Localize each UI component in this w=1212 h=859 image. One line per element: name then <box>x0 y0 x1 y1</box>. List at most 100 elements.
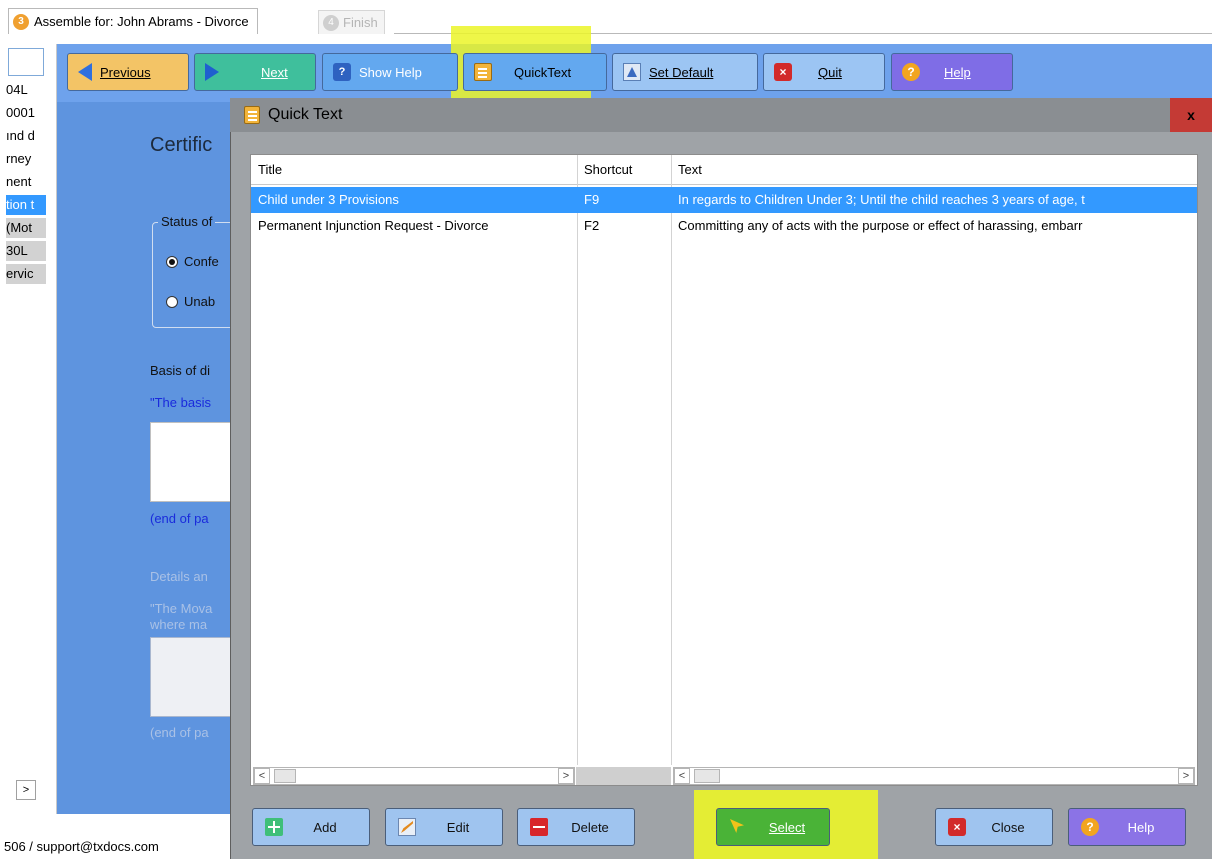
show-help-label: Show Help <box>359 64 422 80</box>
scroll-thumb[interactable] <box>274 769 296 783</box>
tab-strip: 3 Assemble for: John Abrams - Divorce 4 … <box>0 0 1212 34</box>
plus-icon <box>265 818 283 836</box>
scroll-right-icon[interactable]: > <box>1178 768 1194 784</box>
column-divider <box>577 155 578 765</box>
basis-textarea[interactable] <box>150 422 240 502</box>
scroll-right-icon[interactable]: > <box>558 768 574 784</box>
tab-assemble-label: Assemble for: John Abrams - Divorce <box>34 14 249 29</box>
details-label: Details an <box>150 569 208 584</box>
arrow-right-icon <box>205 63 219 81</box>
column-title-header[interactable]: Title <box>251 155 577 185</box>
radio-confer[interactable]: Confe <box>166 254 219 269</box>
radio-empty-icon <box>166 295 178 308</box>
help-icon: ? <box>1081 818 1099 836</box>
quit-icon: × <box>774 63 792 81</box>
radio-confer-label: Confe <box>184 254 219 269</box>
select-label: Select <box>768 819 806 835</box>
end-paragraph-2: (end of pa <box>150 725 209 740</box>
set-default-label: Set Default <box>649 64 714 80</box>
movant-line-1: "The Mova <box>150 601 213 616</box>
set-default-icon <box>623 63 641 81</box>
previous-label: Previous <box>100 64 151 80</box>
quicktext-icon <box>474 63 492 81</box>
set-default-button[interactable]: Set Default <box>612 53 758 91</box>
row-title: Child under 3 Provisions <box>258 192 399 207</box>
close-label: Close <box>991 819 1025 835</box>
radio-selected-icon <box>166 255 178 268</box>
dialog-close-button[interactable]: x <box>1170 98 1212 132</box>
nav-scroll-right-button[interactable]: > <box>16 780 36 800</box>
nav-search-input[interactable] <box>8 48 44 76</box>
quicktext-table: Title Shortcut Text Child under 3 Provis… <box>250 154 1198 786</box>
step-badge-disabled: 4 <box>323 14 339 31</box>
radio-unable[interactable]: Unab <box>166 294 215 309</box>
form-heading: Certific <box>150 134 213 156</box>
nav-item[interactable]: 0001 <box>6 103 35 123</box>
nav-item-selected[interactable]: tion t <box>6 195 46 215</box>
nav-item[interactable]: 30L <box>6 241 46 261</box>
status-group-label: Status of <box>158 214 216 229</box>
tab-finish-label: Finish <box>343 15 378 30</box>
quit-label: Quit <box>818 64 842 80</box>
radio-unable-label: Unab <box>184 294 216 309</box>
scroll-left-icon[interactable]: < <box>254 768 270 784</box>
basis-quote: "The basis <box>150 395 211 410</box>
quicktext-label: QuickText <box>514 64 572 80</box>
tab-assemble[interactable]: 3 Assemble for: John Abrams - Divorce <box>8 8 258 34</box>
next-label: Next <box>261 64 288 80</box>
dialog-title: Quick Text <box>268 106 343 123</box>
scroll-thumb[interactable] <box>694 769 720 783</box>
movant-line-2: where ma <box>150 617 208 632</box>
add-label: Add <box>313 819 337 835</box>
left-nav-panel: 04L 0001 ınd d rney nent tion t (Mot 30L… <box>0 44 57 814</box>
column-divider <box>671 155 672 765</box>
table-header: Title Shortcut Text <box>251 155 1197 185</box>
delete-label: Delete <box>571 819 609 835</box>
status-bar: 506 / support@txdocs.com <box>0 835 230 859</box>
end-paragraph-1: (end of pa <box>150 511 209 526</box>
details-textarea[interactable] <box>150 637 240 717</box>
table-row[interactable]: Child under 3 Provisions F9 In regards t… <box>251 187 1197 213</box>
nav-item[interactable]: rney <box>6 149 31 169</box>
minus-icon <box>530 818 548 836</box>
arrow-left-icon <box>78 63 92 81</box>
show-help-button[interactable]: ? Show Help <box>322 53 458 91</box>
cursor-arrow-icon <box>729 818 747 836</box>
add-button[interactable]: Add <box>252 808 370 846</box>
row-title: Permanent Injunction Request - Divorce <box>258 218 489 233</box>
dialog-help-label: Help <box>1127 819 1155 835</box>
delete-button[interactable]: Delete <box>517 808 635 846</box>
nav-item[interactable]: ervic <box>6 264 46 284</box>
dialog-help-button[interactable]: ? Help <box>1068 808 1186 846</box>
row-shortcut: F9 <box>584 192 600 207</box>
row-text: In regards to Children Under 3; Until th… <box>678 192 1085 207</box>
next-button[interactable]: Next <box>194 53 316 91</box>
nav-item[interactable]: nent <box>6 172 31 192</box>
tab-finish[interactable]: 4 Finish <box>318 10 385 34</box>
help-label: Help <box>944 64 971 80</box>
scroll-left-icon[interactable]: < <box>674 768 690 784</box>
select-button[interactable]: Select <box>716 808 830 846</box>
shortcut-scroll-area <box>576 767 671 785</box>
dialog-title-bar: Quick Text <box>230 98 1212 132</box>
table-row[interactable]: Permanent Injunction Request - Divorce F… <box>251 213 1197 239</box>
help-bubble-icon: ? <box>333 63 351 81</box>
title-column-scrollbar[interactable]: < > <box>253 767 575 785</box>
edit-pencil-icon <box>398 818 416 836</box>
edit-button[interactable]: Edit <box>385 808 503 846</box>
help-button[interactable]: ? Help <box>891 53 1013 91</box>
column-text-header[interactable]: Text <box>671 155 1197 185</box>
quicktext-button[interactable]: QuickText <box>463 53 607 91</box>
text-column-scrollbar[interactable]: < > <box>673 767 1195 785</box>
column-shortcut-header[interactable]: Shortcut <box>577 155 671 185</box>
quit-button[interactable]: × Quit <box>763 53 885 91</box>
close-x-icon: × <box>948 818 966 836</box>
row-text: Committing any of acts with the purpose … <box>678 218 1083 233</box>
nav-item[interactable]: 04L <box>6 80 28 100</box>
nav-item[interactable]: (Mot <box>6 218 46 238</box>
close-button[interactable]: × Close <box>935 808 1053 846</box>
nav-item[interactable]: ınd d <box>6 126 35 146</box>
previous-button[interactable]: Previous <box>67 53 189 91</box>
step-badge: 3 <box>13 13 29 30</box>
help-icon: ? <box>902 63 920 81</box>
